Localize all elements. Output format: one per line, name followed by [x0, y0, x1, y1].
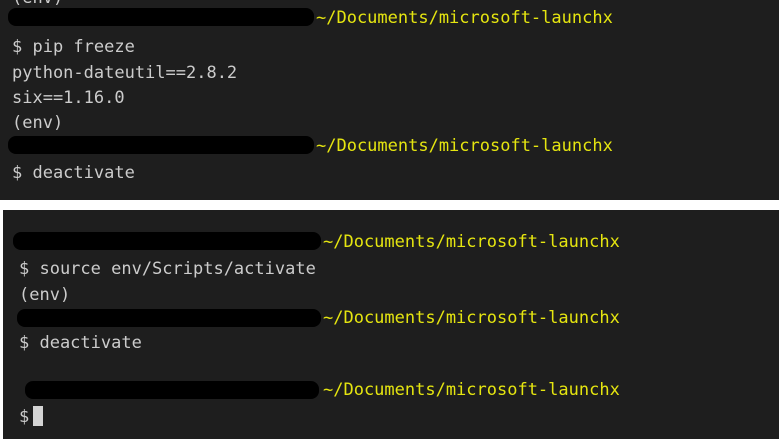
cwd-path: ~/Documents/microsoft-launchx: [316, 136, 613, 156]
env-prompt: (env): [19, 285, 71, 305]
redacted-user-host: [17, 309, 321, 327]
cwd-path: ~/Documents/microsoft-launchx: [316, 8, 613, 28]
env-prompt: (env): [12, 113, 64, 133]
cwd-path: ~/Documents/microsoft-launchx: [323, 308, 620, 328]
cwd-path: ~/Documents/microsoft-launchx: [323, 380, 620, 400]
terminal-bottom: ~/Documents/microsoft-launchx $ source e…: [3, 210, 779, 439]
text-cursor: [33, 406, 44, 426]
command-line: $ pip freeze: [12, 37, 135, 57]
redacted-user-host: [25, 381, 319, 399]
output-line: six==1.16.0: [12, 88, 125, 108]
cwd-path: ~/Documents/microsoft-launchx: [323, 232, 620, 252]
terminal-top: (env) ~/Documents/microsoft-launchx $ pi…: [0, 0, 779, 200]
prompt-line[interactable]: $: [19, 405, 44, 429]
redacted-user-host: [8, 8, 314, 26]
output-line: python-dateutil==2.8.2: [12, 63, 238, 83]
command-line: $ deactivate: [12, 163, 135, 183]
command-line: $ source env/Scripts/activate: [19, 259, 316, 279]
command-line: $ deactivate: [19, 333, 142, 353]
redacted-user-host: [13, 232, 321, 250]
redacted-user-host: [8, 136, 314, 154]
prompt-symbol: $: [19, 407, 30, 427]
